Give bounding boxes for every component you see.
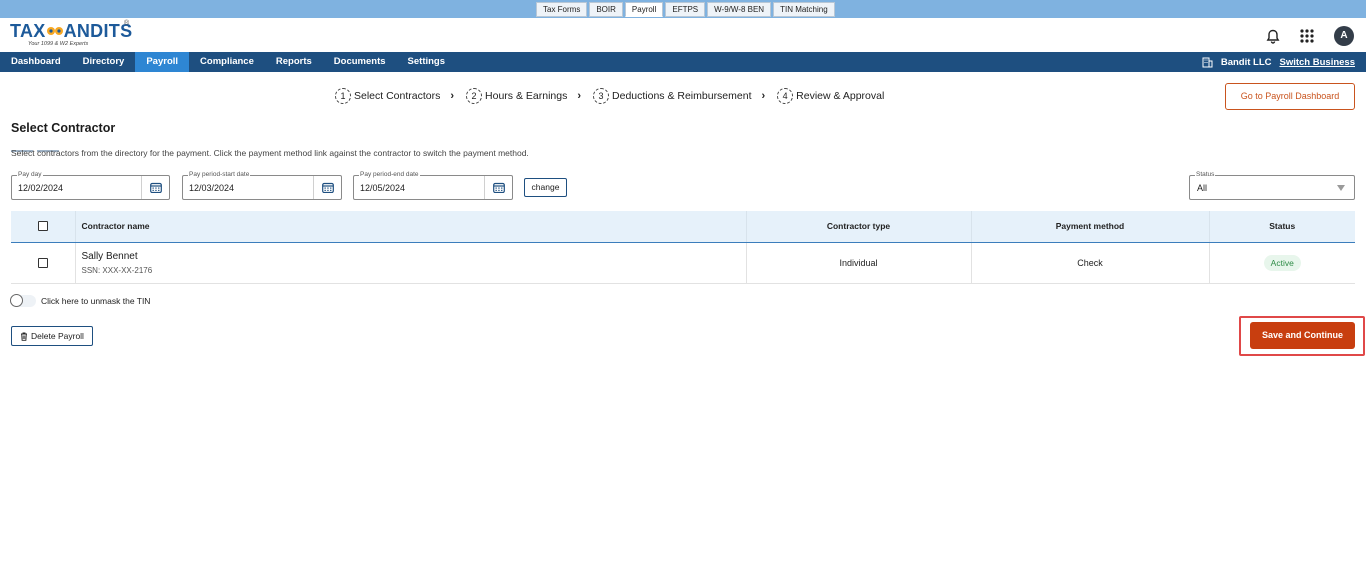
product-tab-boir[interactable]: BOIR — [589, 2, 623, 17]
column-header-contractor-type[interactable]: Contractor type — [746, 211, 972, 243]
pay-period-end-value[interactable]: 12/05/2024 — [360, 183, 405, 193]
unmask-tin-toggle[interactable] — [10, 294, 36, 307]
product-tab-payroll[interactable]: Payroll — [624, 2, 664, 17]
pay-period-end-field[interactable]: Pay period-end date 12/05/2024 — [353, 171, 513, 200]
nav-item-reports[interactable]: Reports — [265, 52, 323, 72]
contractor-type-cell: Individual — [746, 242, 972, 284]
nav-item-compliance[interactable]: Compliance — [189, 52, 265, 72]
owl-logo-icon — [46, 27, 63, 35]
contractor-name[interactable]: Sally Bennet — [82, 251, 746, 262]
app-grid-icon[interactable] — [1300, 29, 1314, 43]
step-number: 4 — [777, 88, 794, 104]
step-number: 2 — [466, 88, 483, 104]
unmask-tin-label: Click here to unmask the TIN — [41, 296, 151, 306]
column-header-status[interactable]: Status — [1209, 211, 1355, 243]
column-header-payment-method[interactable]: Payment method — [971, 211, 1210, 243]
pay-day-value[interactable]: 12/02/2024 — [18, 183, 63, 193]
step-select-contractors[interactable]: 1 Select Contractors › — [335, 88, 466, 104]
header-bar: TAX ANDITS Your 1099 & W2 Experts ® A — [0, 18, 1366, 52]
product-tab-w9-w8ben[interactable]: W-9/W-8 BEN — [707, 2, 772, 17]
step-label: Deductions & Reimbursement — [612, 90, 752, 102]
pay-day-field[interactable]: Pay day 12/02/2024 — [11, 171, 170, 200]
status-cell: Active — [1209, 242, 1355, 284]
pay-period-start-field[interactable]: Pay period-start date 12/03/2024 — [182, 171, 342, 200]
status-badge: Active — [1263, 254, 1301, 271]
nav-item-directory[interactable]: Directory — [72, 52, 136, 72]
step-label: Hours & Earnings — [485, 90, 568, 102]
logo-tagline: Your 1099 & W2 Experts — [28, 41, 89, 47]
unmask-tin-row: Click here to unmask the TIN — [10, 294, 151, 307]
dropdown-arrow-icon — [1337, 185, 1345, 191]
save-and-continue-button[interactable]: Save and Continue — [1250, 322, 1355, 349]
page-instructions: Select contractors from the directory fo… — [11, 148, 529, 158]
nav-item-settings[interactable]: Settings — [397, 52, 456, 72]
registered-mark: ® — [124, 20, 130, 27]
calendar-icon[interactable] — [313, 176, 341, 199]
step-number: 1 — [335, 88, 351, 104]
pay-period-start-label: Pay period-start date — [188, 171, 251, 179]
building-icon — [1202, 57, 1213, 67]
bell-icon[interactable] — [1266, 29, 1280, 44]
product-tab-strip: Tax Forms BOIR Payroll EFTPS W-9/W-8 BEN… — [0, 0, 1366, 18]
calendar-icon[interactable] — [484, 176, 512, 199]
chevron-right-icon: › — [450, 90, 455, 102]
chevron-right-icon: › — [761, 90, 766, 102]
pay-period-end-label: Pay period-end date — [359, 171, 420, 179]
step-deductions-reimbursement[interactable]: 3 Deductions & Reimbursement › — [593, 88, 777, 104]
change-dates-button[interactable]: change — [524, 178, 567, 197]
delete-payroll-button[interactable]: Delete Payroll — [11, 326, 93, 346]
title-underline — [11, 139, 61, 152]
column-header-contractor-name[interactable]: Contractor name — [75, 211, 747, 243]
step-number: 3 — [593, 88, 610, 104]
contractor-table: Contractor name Contractor type Payment … — [11, 211, 1355, 284]
switch-business-link[interactable]: Switch Business — [1280, 57, 1356, 68]
nav-item-documents[interactable]: Documents — [323, 52, 397, 72]
step-review-approval[interactable]: 4 Review & Approval — [777, 88, 884, 104]
avatar[interactable]: A — [1334, 26, 1354, 46]
product-tab-tin-matching[interactable]: TIN Matching — [773, 2, 835, 17]
contractor-ssn: SSN: XXX-XX-2176 — [81, 265, 153, 275]
trash-icon — [21, 332, 28, 341]
nav-item-dashboard[interactable]: Dashboard — [0, 52, 72, 72]
row-checkbox[interactable] — [37, 257, 48, 268]
select-all-checkbox[interactable] — [37, 221, 48, 232]
main-nav: Dashboard Directory Payroll Compliance R… — [0, 52, 1366, 72]
logo-text-right: ANDITS — [63, 21, 133, 41]
taxbandits-logo[interactable]: TAX ANDITS Your 1099 & W2 Experts ® — [10, 20, 133, 48]
delete-payroll-label: Delete Payroll — [31, 331, 84, 341]
chevron-right-icon: › — [577, 90, 582, 102]
product-tab-tax-forms[interactable]: Tax Forms — [536, 2, 588, 17]
table-row: Sally Bennet SSN: XXX-XX-2176 Individual… — [11, 242, 1355, 284]
payroll-stepper: 1 Select Contractors › 2 Hours & Earning… — [335, 88, 884, 104]
status-filter-value: All — [1197, 183, 1208, 193]
status-filter-label: Status — [1195, 171, 1216, 179]
product-tab-eftps[interactable]: EFTPS — [665, 2, 706, 17]
step-hours-earnings[interactable]: 2 Hours & Earnings › — [466, 88, 593, 104]
payment-method-cell[interactable]: Check — [971, 242, 1210, 284]
contractor-name-cell: Sally Bennet SSN: XXX-XX-2176 — [75, 242, 747, 284]
select-all-cell — [11, 211, 76, 243]
pay-day-label: Pay day — [17, 171, 43, 179]
go-to-payroll-dashboard-button[interactable]: Go to Payroll Dashboard — [1225, 83, 1355, 110]
page-title: Select Contractor — [11, 121, 116, 135]
nav-item-payroll[interactable]: Payroll — [135, 52, 190, 72]
step-label: Select Contractors — [354, 90, 441, 102]
table-header-row: Contractor name Contractor type Payment … — [11, 211, 1355, 243]
row-select-cell — [11, 242, 76, 284]
logo-text-left: TAX — [10, 21, 46, 41]
calendar-icon[interactable] — [141, 176, 169, 199]
status-filter-select[interactable]: Status All — [1189, 171, 1355, 200]
toggle-knob — [10, 294, 23, 307]
business-name: Bandit LLC — [1220, 56, 1272, 68]
pay-period-start-value[interactable]: 12/03/2024 — [189, 183, 234, 193]
step-label: Review & Approval — [796, 90, 885, 102]
